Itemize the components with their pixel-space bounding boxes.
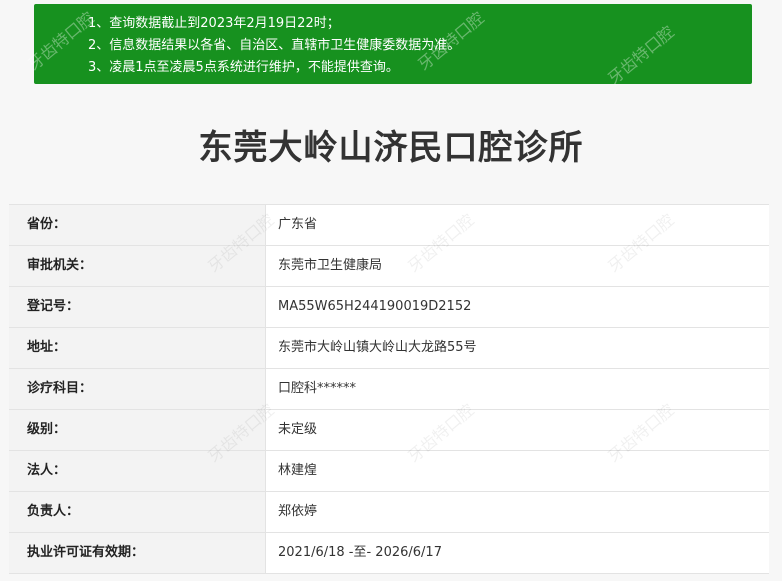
table-row: 省份： 广东省 <box>9 205 769 246</box>
table-row: 登记号： MA55W65H244190019D2152 <box>9 287 769 328</box>
notice-line: 3、凌晨1点至凌晨5点系统进行维护，不能提供查询。 <box>88 60 399 75</box>
table-row: 执业许可证有效期： 2021/6/18 -至- 2026/6/17 <box>9 533 769 574</box>
table-row: 负责人： 郑依婷 <box>9 492 769 533</box>
row-label: 省份： <box>9 205 266 245</box>
notice-banner: 1、查询数据截止到2023年2月19日22时； 2、信息数据结果以各省、自治区、… <box>34 4 752 84</box>
row-label: 执业许可证有效期： <box>9 533 266 573</box>
row-label: 地址： <box>9 328 266 368</box>
row-label: 登记号： <box>9 287 266 327</box>
row-label: 负责人： <box>9 492 266 532</box>
row-value: MA55W65H244190019D2152 <box>266 287 769 327</box>
row-label: 法人： <box>9 451 266 491</box>
row-value: 东莞市卫生健康局 <box>266 246 769 286</box>
row-value: 郑依婷 <box>266 492 769 532</box>
row-label: 级别： <box>9 410 266 450</box>
row-label: 诊疗科目： <box>9 369 266 409</box>
row-value: 广东省 <box>266 205 769 245</box>
notice-line: 1、查询数据截止到2023年2月19日22时； <box>88 16 340 31</box>
table-row: 法人： 林建煌 <box>9 451 769 492</box>
page-title: 东莞大岭山济民口腔诊所 <box>198 128 584 168</box>
row-label: 审批机关： <box>9 246 266 286</box>
table-row: 级别： 未定级 <box>9 410 769 451</box>
row-value: 林建煌 <box>266 451 769 491</box>
notice-line: 2、信息数据结果以各省、自治区、直辖市卫生健康委数据为准。 <box>88 38 461 53</box>
row-value: 东莞市大岭山镇大岭山大龙路55号 <box>266 328 769 368</box>
row-value: 口腔科****** <box>266 369 769 409</box>
table-row: 地址： 东莞市大岭山镇大岭山大龙路55号 <box>9 328 769 369</box>
table-row: 审批机关： 东莞市卫生健康局 <box>9 246 769 287</box>
row-value: 未定级 <box>266 410 769 450</box>
row-value: 2021/6/18 -至- 2026/6/17 <box>266 533 769 573</box>
info-table: 省份： 广东省 审批机关： 东莞市卫生健康局 登记号： MA55W65H2441… <box>9 204 769 574</box>
table-row: 诊疗科目： 口腔科****** <box>9 369 769 410</box>
